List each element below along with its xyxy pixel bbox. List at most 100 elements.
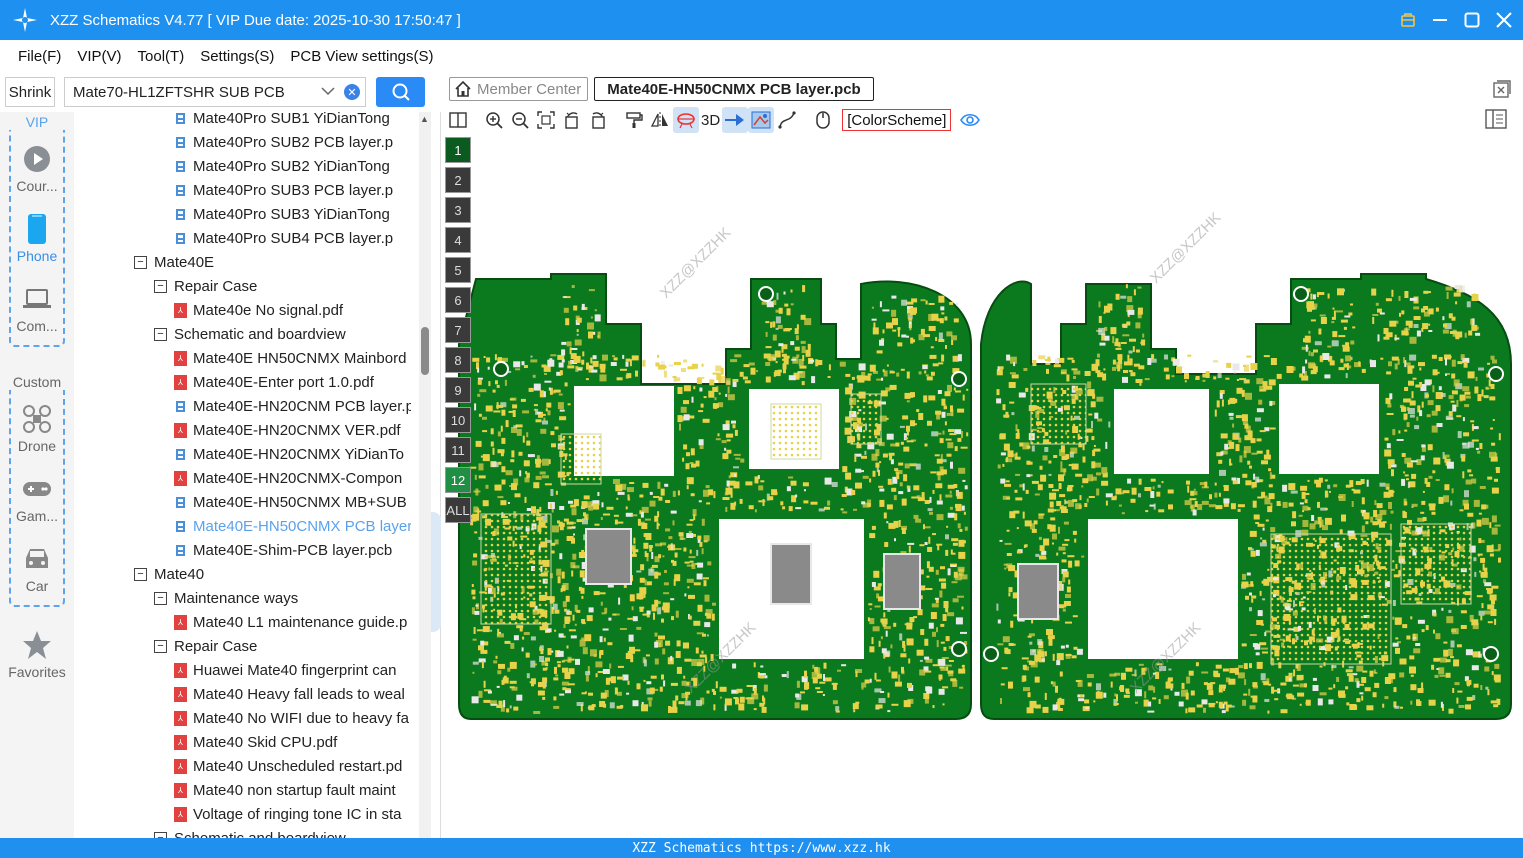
tree-item-label: Mate40E-HN20CNMX-Compon: [193, 469, 403, 487]
tree-folder[interactable]: − Maintenance ways: [154, 586, 411, 610]
tree-folder[interactable]: − Repair Case: [154, 634, 411, 658]
net-highlight-icon[interactable]: [673, 107, 699, 133]
layer-button-4[interactable]: 4: [445, 227, 471, 253]
rotate-right-icon[interactable]: [585, 107, 611, 133]
tree-file[interactable]: Mate40E-HN50CNMX MB+SUB: [174, 490, 411, 514]
tree-file[interactable]: Mate40Pro SUB3 YiDianTong: [174, 202, 411, 226]
rail-item-drone[interactable]: Drone: [0, 404, 74, 454]
tree-file[interactable]: Mate40E-HN20CNMX YiDianTo: [174, 442, 411, 466]
layer-button-all[interactable]: ALL: [445, 497, 471, 523]
tree-folder[interactable]: − Mate40: [134, 562, 411, 586]
tree-file[interactable]: ⅄ Voltage of ringing tone IC in sta: [174, 802, 411, 826]
layer-button-11[interactable]: 11: [445, 437, 471, 463]
collapse-icon[interactable]: −: [154, 279, 167, 293]
layer-button-10[interactable]: 10: [445, 407, 471, 433]
vip-bag-icon[interactable]: [1399, 11, 1417, 29]
side-panel-toggle-icon[interactable]: [1485, 109, 1507, 129]
tree-file[interactable]: ⅄ Mate40 Unscheduled restart.pd: [174, 754, 411, 778]
collapse-icon[interactable]: −: [154, 591, 167, 605]
menu-pcb-view-settings[interactable]: PCB View settings(S): [290, 48, 433, 65]
collapse-icon[interactable]: −: [154, 639, 167, 653]
tree-file[interactable]: ⅄ Huawei Mate40 fingerprint can: [174, 658, 411, 682]
menu-settings[interactable]: Settings(S): [200, 48, 274, 65]
collapse-icon[interactable]: −: [154, 327, 167, 341]
tree-scrollbar-thumb[interactable]: [421, 327, 429, 375]
layer-button-3[interactable]: 3: [445, 197, 471, 223]
tree-folder[interactable]: − Schematic and boardview: [154, 322, 411, 346]
tree-file[interactable]: ⅄ Mate40E HN50CNMX Mainbord: [174, 346, 411, 370]
zoom-out-icon[interactable]: [507, 107, 533, 133]
close-icon[interactable]: [1495, 11, 1513, 29]
mouse-icon[interactable]: [810, 107, 836, 133]
layer-button-2[interactable]: 2: [445, 167, 471, 193]
menu-file[interactable]: File(F): [18, 48, 61, 65]
tree-file[interactable]: Mate40E-HN20CNM PCB layer.p: [174, 394, 411, 418]
menu-tool[interactable]: Tool(T): [138, 48, 185, 65]
scroll-up-icon[interactable]: ▲: [420, 114, 429, 124]
rail-item-car[interactable]: Car: [0, 544, 74, 594]
board-image-icon[interactable]: [748, 107, 775, 133]
search-input[interactable]: Mate70-HL1ZFTSHR SUB PCB: [73, 84, 285, 101]
tab-member-center[interactable]: Member Center: [449, 77, 588, 101]
search-combobox[interactable]: Mate70-HL1ZFTSHR SUB PCB ✕: [64, 77, 366, 107]
layer-button-7[interactable]: 7: [445, 317, 471, 343]
tree-scrollbar[interactable]: ▲: [419, 112, 431, 838]
trace-curve-icon[interactable]: [774, 107, 800, 133]
pcb-canvas[interactable]: XZZ@XZZHK XZZ@XZZHK XZZ@XZZHK XZZ@XZZHK: [441, 134, 1523, 838]
rail-item-phone[interactable]: Phone: [0, 214, 74, 264]
pcb-board-view[interactable]: XZZ@XZZHK XZZ@XZZHK XZZ@XZZHK XZZ@XZZHK: [441, 134, 1523, 838]
tree-file[interactable]: ⅄ Mate40E-HN20CNMX VER.pdf: [174, 418, 411, 442]
shrink-button[interactable]: Shrink: [5, 77, 55, 107]
close-tabs-icon[interactable]: [1493, 80, 1511, 98]
rail-item-favorites[interactable]: Favorites: [0, 630, 74, 680]
layer-button-1[interactable]: 1: [445, 137, 471, 163]
view-3d-toggle[interactable]: 3D: [701, 112, 720, 129]
mirror-icon[interactable]: [647, 107, 673, 133]
tree-file[interactable]: Mate40Pro SUB2 YiDianTong: [174, 154, 411, 178]
panel-divider[interactable]: [431, 112, 441, 838]
tree-file[interactable]: ⅄ Mate40 non startup fault maint: [174, 778, 411, 802]
layer-button-8[interactable]: 8: [445, 347, 471, 373]
tree-file[interactable]: ⅄ Mate40E-HN20CNMX-Compon: [174, 466, 411, 490]
tree-file[interactable]: Mate40Pro SUB2 PCB layer.p: [174, 130, 411, 154]
tree-file[interactable]: ⅄ Mate40 L1 maintenance guide.p: [174, 610, 411, 634]
search-button[interactable]: [376, 77, 425, 107]
tree-file[interactable]: Mate40E-Shim-PCB layer.pcb: [174, 538, 411, 562]
rail-item-courses[interactable]: Cour...: [0, 144, 74, 194]
tree-file[interactable]: Mate40Pro SUB4 PCB layer.p: [174, 226, 411, 250]
collapse-panel-handle[interactable]: [431, 512, 441, 632]
layer-button-5[interactable]: 5: [445, 257, 471, 283]
tree-folder[interactable]: − Schematic and boardview: [154, 826, 411, 838]
fit-view-icon[interactable]: [533, 107, 559, 133]
layer-button-9[interactable]: 9: [445, 377, 471, 403]
minimize-icon[interactable]: [1431, 11, 1449, 29]
collapse-icon[interactable]: −: [134, 567, 147, 581]
tree-folder[interactable]: − Repair Case: [154, 274, 411, 298]
format-brush-icon[interactable]: [621, 107, 647, 133]
eye-icon[interactable]: [957, 107, 983, 133]
rotate-left-icon[interactable]: [559, 107, 585, 133]
tree-file[interactable]: Mate40Pro SUB1 YiDianTong: [174, 112, 411, 130]
tree-file[interactable]: ⅄ Mate40e No signal.pdf: [174, 298, 411, 322]
maximize-icon[interactable]: [1463, 11, 1481, 29]
tree-file[interactable]: ⅄ Mate40 No WIFI due to heavy fa: [174, 706, 411, 730]
layer-button-6[interactable]: 6: [445, 287, 471, 313]
menu-vip[interactable]: VIP(V): [77, 48, 121, 65]
zoom-in-icon[interactable]: [481, 107, 507, 133]
tree-file[interactable]: Mate40E-HN50CNMX PCB layer: [174, 514, 411, 538]
chevron-down-icon[interactable]: [321, 84, 335, 98]
clear-icon[interactable]: ✕: [344, 84, 360, 100]
rail-item-game[interactable]: Gam...: [0, 474, 74, 524]
color-scheme-button[interactable]: [ColorScheme]: [842, 109, 952, 131]
tab-active-file[interactable]: Mate40E-HN50CNMX PCB layer.pcb: [594, 77, 874, 101]
tree-file[interactable]: Mate40Pro SUB3 PCB layer.p: [174, 178, 411, 202]
pin-arrow-icon[interactable]: [722, 107, 749, 133]
tree-file[interactable]: ⅄ Mate40 Skid CPU.pdf: [174, 730, 411, 754]
layer-button-12[interactable]: 12: [445, 467, 471, 493]
rail-item-computer[interactable]: Com...: [0, 284, 74, 334]
split-view-icon[interactable]: [445, 107, 471, 133]
collapse-icon[interactable]: −: [134, 255, 147, 269]
tree-file[interactable]: ⅄ Mate40 Heavy fall leads to weal: [174, 682, 411, 706]
tree-folder[interactable]: − Mate40E: [134, 250, 411, 274]
tree-file[interactable]: ⅄ Mate40E-Enter port 1.0.pdf: [174, 370, 411, 394]
